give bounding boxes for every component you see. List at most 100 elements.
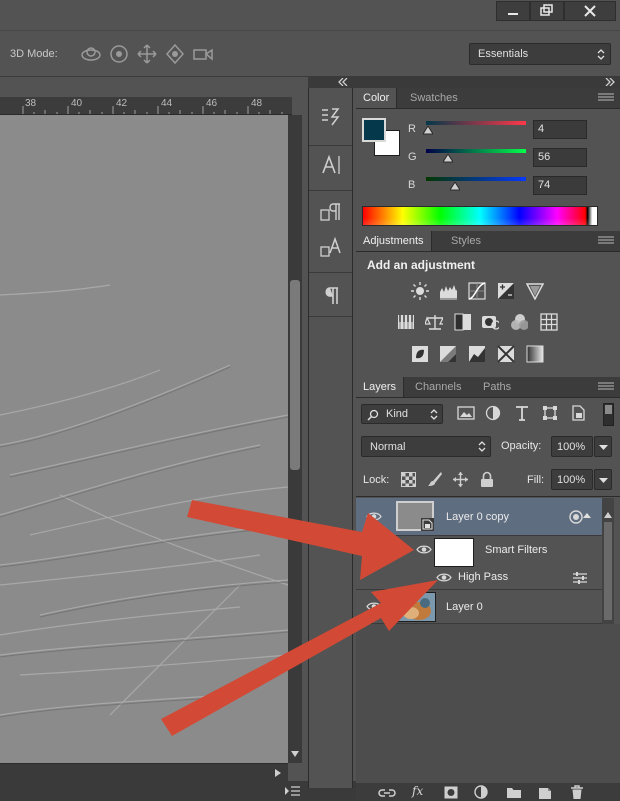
slider-thumb-icon[interactable] — [422, 126, 433, 135]
visibility-eye-icon[interactable] — [436, 572, 452, 583]
rotate-3d-icon[interactable] — [79, 42, 103, 66]
smart-filter-mask-thumbnail[interactable] — [434, 538, 474, 567]
workspace-dropdown[interactable]: Essentials — [469, 43, 611, 65]
layer-row-layer-0-copy[interactable]: Layer 0 copy — [356, 498, 602, 536]
green-value-input[interactable]: 56 — [533, 148, 587, 167]
fill-input[interactable]: 100% — [551, 469, 593, 490]
filter-toggle[interactable] — [603, 403, 614, 426]
scroll-right-icon[interactable] — [274, 769, 282, 777]
panel-menu-icon[interactable] — [598, 381, 614, 391]
collapse-right-icon[interactable] — [605, 78, 615, 86]
gradient-map-icon[interactable] — [526, 345, 544, 363]
filter-smart-object-icon[interactable] — [570, 405, 586, 421]
photo-filter-icon[interactable] — [481, 313, 499, 331]
add-mask-icon[interactable] — [444, 786, 458, 799]
horizontal-scrollbar[interactable] — [0, 763, 288, 782]
tab-paths[interactable]: Paths — [476, 377, 518, 397]
green-slider-track[interactable] — [426, 149, 526, 153]
filter-row-high-pass[interactable]: High Pass — [356, 564, 602, 590]
restore-button[interactable] — [530, 1, 564, 21]
link-layers-icon[interactable] — [378, 787, 396, 799]
character-styles-icon[interactable] — [318, 200, 344, 224]
layer-name[interactable]: Layer 0 — [446, 601, 483, 613]
color-lookup-icon[interactable] — [540, 313, 558, 331]
opacity-dropdown[interactable] — [594, 436, 612, 457]
new-group-icon[interactable] — [506, 786, 522, 799]
lock-all-icon[interactable] — [480, 471, 494, 488]
color-spectrum-ramp[interactable] — [362, 206, 598, 226]
blue-value-input[interactable]: 74 — [533, 176, 587, 195]
layers-scrollbar[interactable] — [602, 498, 614, 624]
history-icon[interactable] — [318, 105, 344, 129]
panel-menu-icon[interactable] — [598, 92, 614, 102]
brightness-contrast-icon[interactable] — [411, 282, 429, 300]
red-value-input[interactable]: 4 — [533, 120, 587, 139]
filter-pixel-icon[interactable] — [457, 405, 475, 421]
fill-dropdown[interactable] — [594, 469, 612, 490]
layer-filter-dropdown[interactable]: Kind — [361, 404, 443, 424]
scrollbar-thumb[interactable] — [290, 280, 300, 470]
curves-icon[interactable] — [468, 282, 486, 300]
lock-position-icon[interactable] — [452, 471, 469, 488]
red-slider-track[interactable] — [426, 121, 526, 125]
new-layer-icon[interactable] — [538, 785, 552, 800]
close-button[interactable] — [564, 1, 616, 21]
fx-icon[interactable]: fx — [412, 784, 423, 798]
roll-3d-icon[interactable] — [107, 42, 131, 66]
foreground-color-swatch[interactable] — [362, 118, 386, 142]
black-white-icon[interactable] — [454, 313, 472, 331]
blue-slider-track[interactable] — [426, 177, 526, 181]
threshold-icon[interactable] — [468, 345, 486, 363]
posterize-icon[interactable] — [439, 345, 457, 363]
filter-type-icon[interactable] — [514, 405, 530, 421]
tab-channels[interactable]: Channels — [408, 377, 468, 397]
minimize-button[interactable] — [496, 1, 530, 21]
panel-collapse-bar[interactable] — [308, 76, 620, 88]
visibility-eye-icon[interactable] — [416, 544, 432, 555]
tab-color[interactable]: Color — [356, 88, 398, 108]
collapse-left-icon[interactable] — [338, 78, 348, 86]
selective-color-icon[interactable] — [497, 345, 515, 363]
slider-thumb-icon[interactable] — [443, 154, 453, 163]
new-adjustment-layer-icon[interactable] — [474, 785, 488, 799]
paragraph-icon[interactable] — [318, 284, 344, 308]
tab-swatches[interactable]: Swatches — [403, 88, 465, 108]
channel-mixer-icon[interactable] — [510, 313, 528, 331]
panel-menu-icon[interactable] — [598, 235, 614, 245]
panel-menu-icon[interactable] — [284, 785, 300, 797]
scroll-up-icon[interactable] — [604, 512, 612, 518]
hue-saturation-icon[interactable] — [397, 313, 415, 331]
visibility-eye-icon[interactable] — [366, 511, 382, 522]
filter-shape-icon[interactable] — [542, 405, 558, 421]
visibility-eye-icon[interactable] — [366, 601, 382, 612]
slide-3d-icon[interactable] — [163, 42, 187, 66]
delete-layer-icon[interactable] — [570, 785, 584, 800]
exposure-icon[interactable] — [497, 282, 515, 300]
collapse-effects-icon[interactable] — [582, 511, 592, 519]
lock-image-pixels-icon[interactable] — [427, 471, 443, 487]
layer-row-layer-0[interactable]: Layer 0 — [356, 590, 602, 624]
invert-icon[interactable] — [411, 345, 429, 363]
vibrance-icon[interactable] — [526, 282, 544, 300]
filter-adjustment-icon[interactable] — [485, 405, 501, 421]
blending-options-icon[interactable] — [572, 571, 588, 585]
scroll-down-icon[interactable] — [291, 750, 299, 758]
tab-layers[interactable]: Layers — [356, 377, 405, 397]
layer-name[interactable]: Layer 0 copy — [446, 511, 509, 523]
levels-icon[interactable] — [439, 282, 457, 300]
character-icon[interactable] — [318, 153, 344, 177]
smart-filters-row[interactable]: Smart Filters — [356, 536, 602, 567]
lock-transparent-pixels-icon[interactable] — [401, 472, 416, 487]
document-canvas[interactable] — [0, 115, 288, 763]
filter-name[interactable]: High Pass — [458, 571, 508, 583]
drag-3d-icon[interactable] — [135, 42, 159, 66]
opacity-input[interactable]: 100% — [551, 436, 593, 457]
tab-styles[interactable]: Styles — [444, 231, 488, 251]
color-balance-icon[interactable] — [425, 313, 443, 331]
blend-mode-dropdown[interactable]: Normal — [361, 436, 491, 457]
slider-thumb-icon[interactable] — [450, 182, 460, 191]
paragraph-styles-icon[interactable] — [318, 235, 344, 259]
scrollbar-thumb[interactable] — [604, 522, 612, 620]
tab-adjustments[interactable]: Adjustments — [356, 231, 432, 251]
scale-3d-icon[interactable] — [191, 42, 215, 66]
